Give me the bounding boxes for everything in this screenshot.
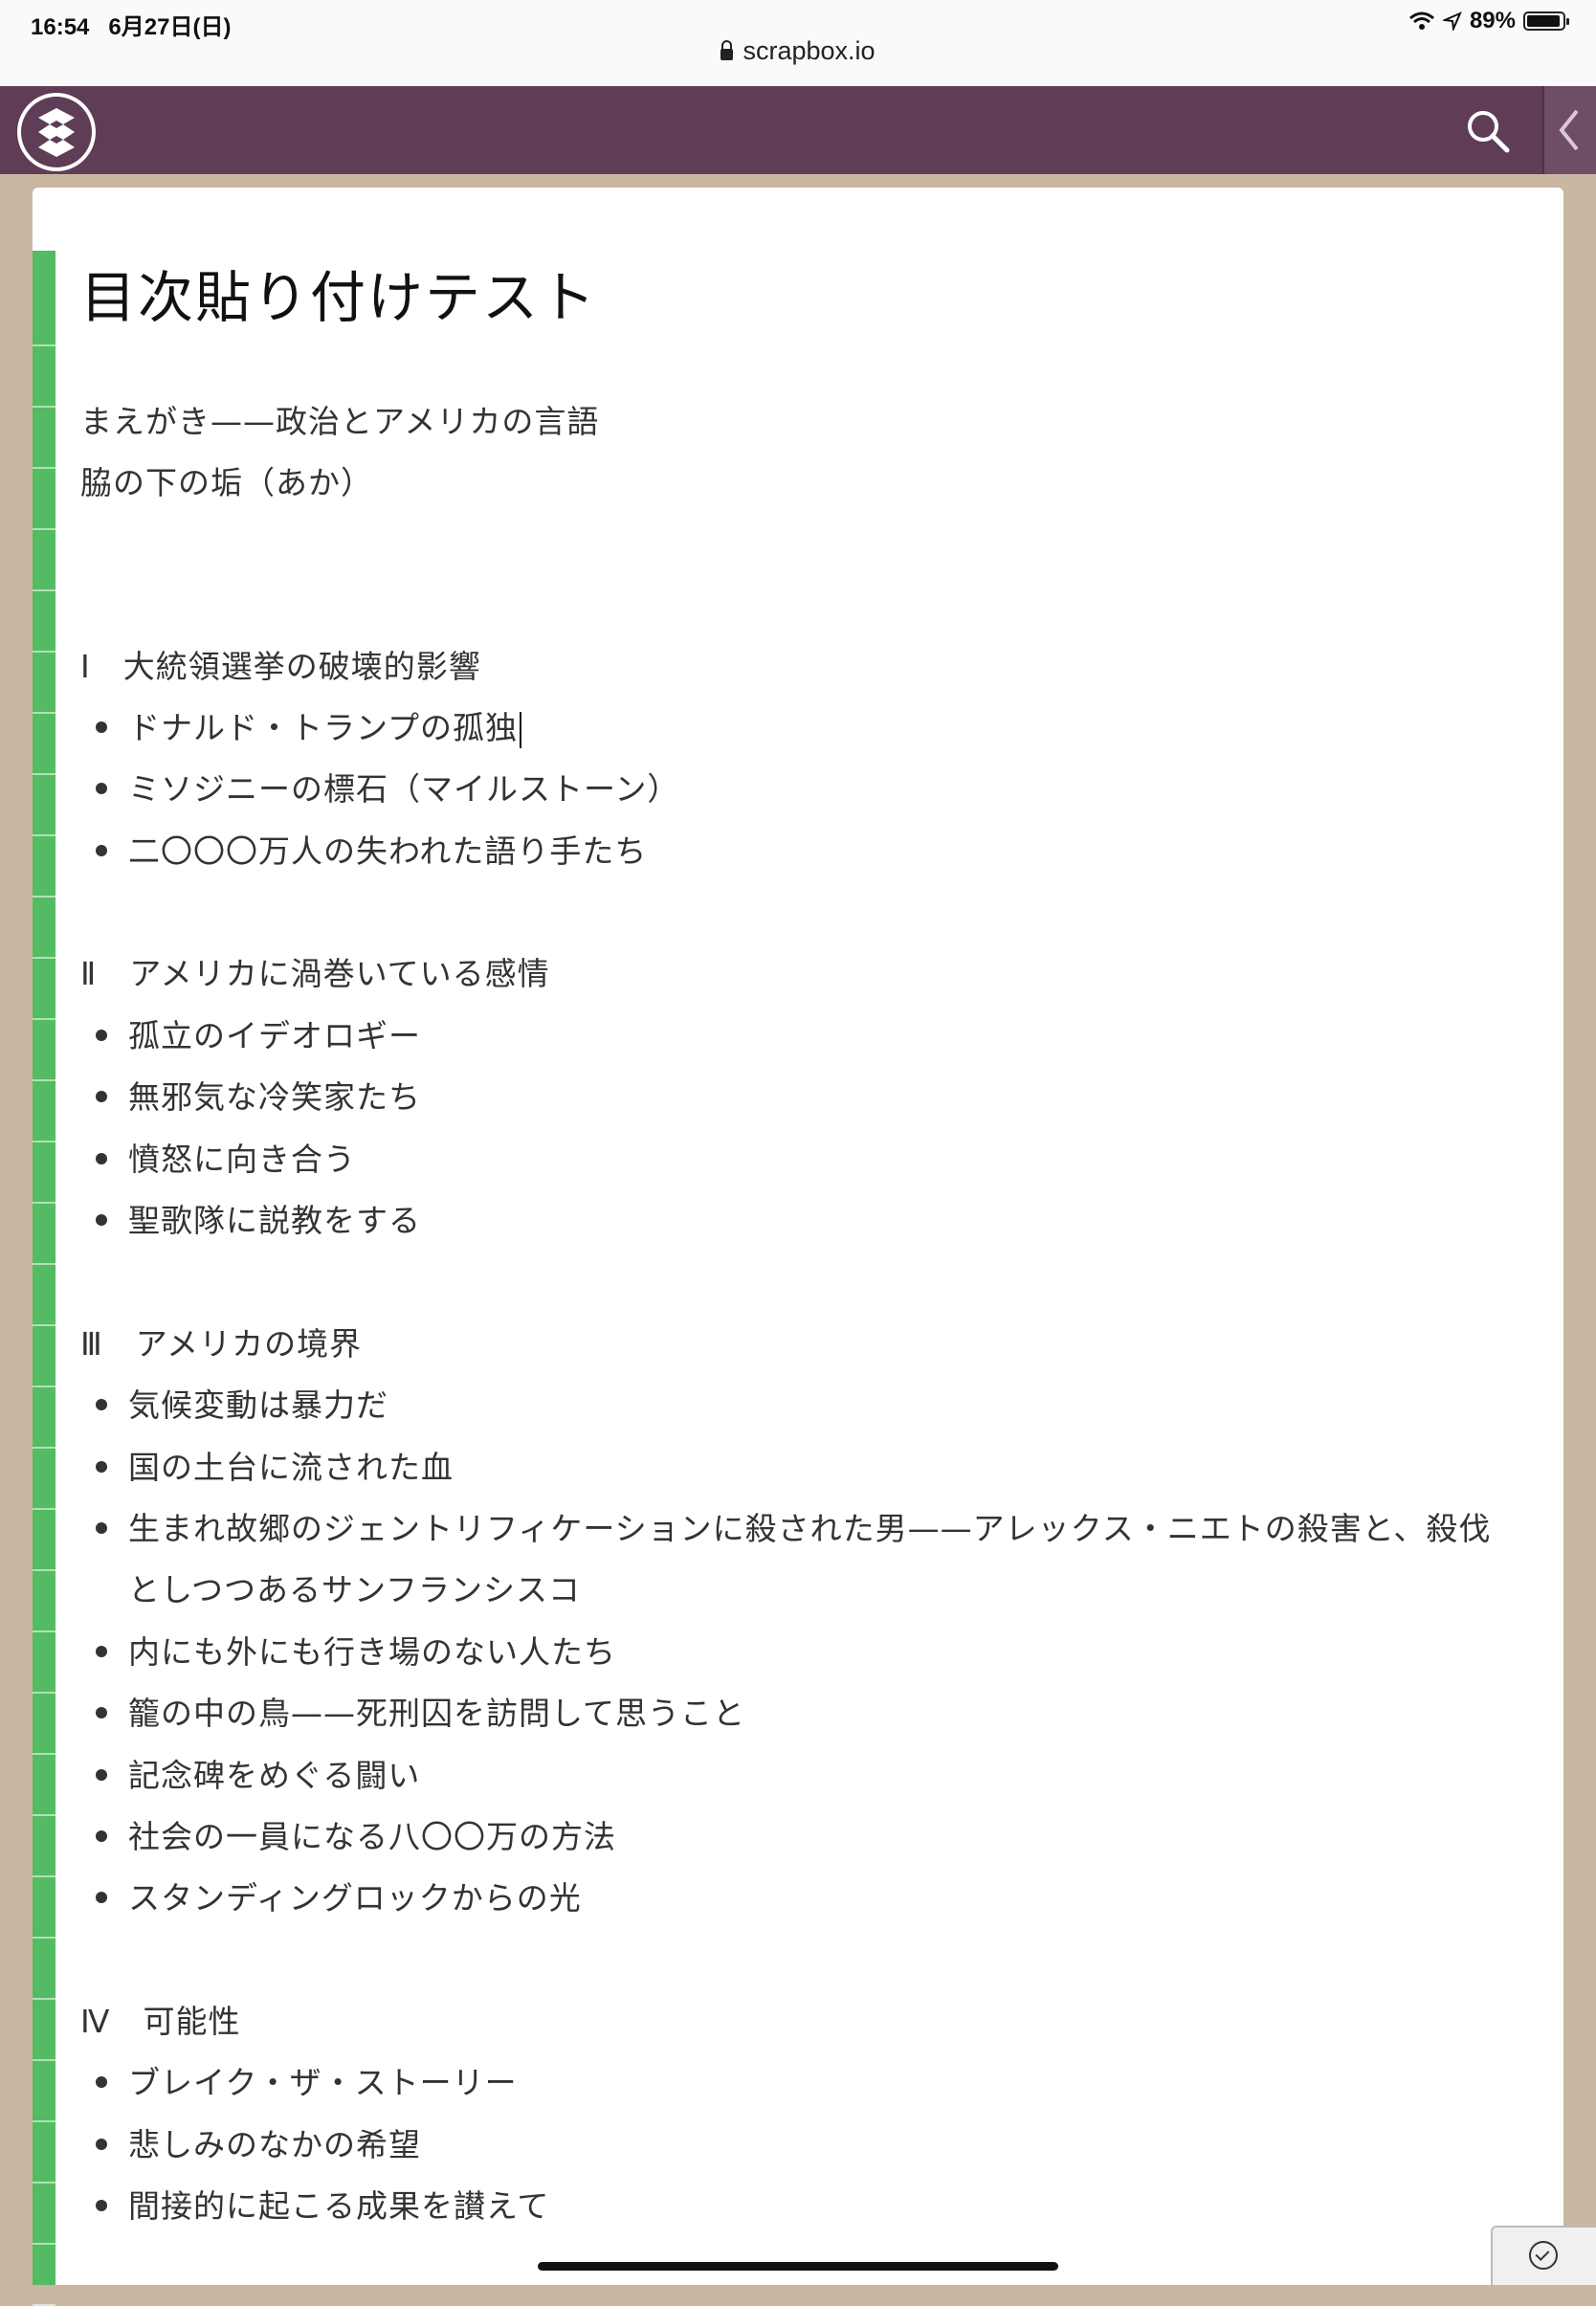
list-item[interactable]: スタンディングロックからの光 bbox=[96, 1873, 582, 1918]
list-item[interactable]: 無邪気な冷笑家たち bbox=[96, 1072, 421, 1118]
section-heading[interactable]: Ⅳ 可能性 bbox=[80, 1996, 240, 2042]
list-item[interactable]: 内にも外にも行き場のない人たち bbox=[96, 1627, 616, 1673]
line-gutter bbox=[33, 251, 55, 2306]
list-item[interactable]: 孤立のイデオロギー bbox=[96, 1010, 421, 1056]
wifi-icon bbox=[1408, 11, 1434, 30]
battery-icon bbox=[1523, 11, 1569, 31]
scrapbox-logo-icon[interactable] bbox=[17, 93, 96, 171]
page-editor[interactable]: 目次貼り付けテスト まえがき——政治とアメリカの言語 脇の下の垢（あか） Ⅰ 大… bbox=[33, 188, 1563, 2306]
section-heading[interactable]: Ⅰ 大統領選挙の破壊的影響 bbox=[80, 641, 481, 687]
list-item[interactable]: 記念碑をめぐる闘い bbox=[95, 1750, 420, 1796]
battery-percent: 89% bbox=[1469, 8, 1516, 33]
list-item[interactable]: 国の土台に流された血 bbox=[96, 1442, 454, 1488]
text-line[interactable]: まえがき——政治とアメリカの言語 bbox=[80, 396, 599, 442]
section-heading[interactable]: Ⅱ アメリカに渦巻いている感情 bbox=[80, 948, 550, 994]
url-bar[interactable]: scrapbox.io bbox=[0, 36, 1596, 66]
list-item[interactable]: 間接的に起こる成果を讃えて bbox=[95, 2181, 549, 2227]
list-item[interactable]: 気候変動は暴力だ bbox=[96, 1380, 388, 1426]
list-item[interactable]: 聖歌隊に説教をする bbox=[96, 1195, 421, 1241]
url-host: scrapbox.io bbox=[743, 36, 876, 65]
status-indicators: 89% bbox=[1408, 8, 1569, 34]
sidebar-toggle-button[interactable] bbox=[1542, 86, 1596, 174]
page-title[interactable]: 目次貼り付けテスト bbox=[80, 253, 597, 333]
list-item[interactable]: 悲しみのなかの希望 bbox=[96, 2119, 421, 2165]
list-item[interactable]: ドナルド・トランプの孤独 bbox=[95, 702, 522, 748]
list-item[interactable]: ブレイク・ザ・ストーリー bbox=[96, 2057, 518, 2103]
list-item[interactable]: 社会の一員になる八〇〇万の方法 bbox=[96, 1811, 616, 1857]
section-heading[interactable]: Ⅲ アメリカの境界 bbox=[80, 1319, 362, 1364]
text-cursor bbox=[520, 711, 522, 748]
list-item[interactable]: 憤怒に向き合う bbox=[96, 1134, 356, 1180]
page-status-button[interactable] bbox=[1491, 2226, 1596, 2285]
list-item[interactable]: 生まれ故郷のジェントリフィケーションに殺された男——アレックス・ニエトの殺害と、… bbox=[95, 1503, 1491, 1549]
chevron-left-icon bbox=[1559, 109, 1579, 151]
location-icon bbox=[1442, 11, 1462, 31]
search-icon[interactable] bbox=[1464, 107, 1512, 155]
list-item-continuation[interactable]: としつつあるサンフランシスコ bbox=[128, 1564, 581, 1610]
check-circle-icon bbox=[1529, 2241, 1558, 2270]
list-item[interactable]: ミソジニーの標石（マイルストーン） bbox=[95, 764, 679, 809]
text-line[interactable]: 脇の下の垢（あか） bbox=[80, 457, 373, 503]
list-item[interactable]: 二〇〇〇万人の失われた語り手たち bbox=[95, 826, 647, 872]
list-item[interactable]: 籠の中の鳥——死刑囚を訪問して思うこと bbox=[95, 1688, 745, 1734]
lock-icon bbox=[720, 40, 734, 60]
home-indicator[interactable] bbox=[538, 2262, 1058, 2271]
status-bar: 16:54 6月27日(日) 89% scrapbox.io bbox=[0, 0, 1596, 86]
app-header bbox=[0, 86, 1596, 174]
